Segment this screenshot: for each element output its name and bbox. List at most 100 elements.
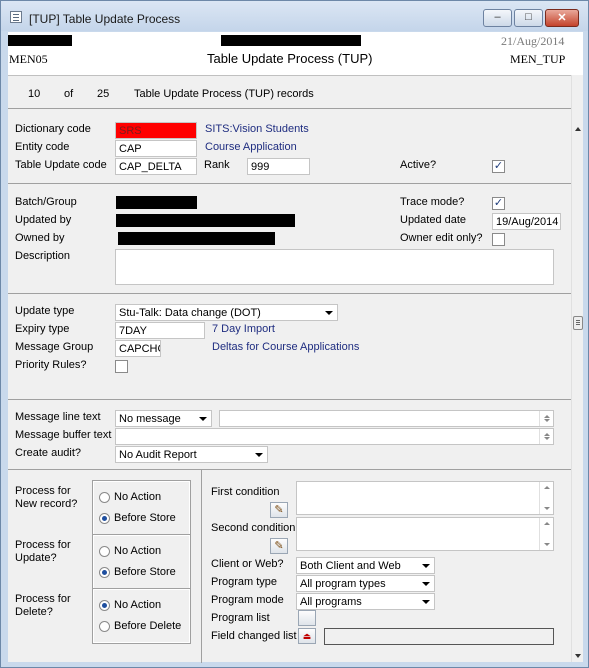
process-update-before-store-label: Before Store [114,566,176,578]
updated-by-redacted [116,214,295,227]
close-icon: ✕ [557,12,567,24]
active-checkbox[interactable]: ✓ [492,160,505,173]
entity-code-description: Course Application [205,141,297,153]
update-type-label: Update type [15,305,75,317]
update-type-select[interactable]: Stu-Talk: Data change (DOT) [115,304,338,321]
message-line-text-input[interactable] [219,410,554,427]
expiry-type-description: 7 Day Import [212,323,275,335]
create-audit-select[interactable]: No Audit Report [115,446,268,463]
program-list-button[interactable] [298,610,316,626]
message-line-text-label: Message line text [15,411,101,423]
update-type-value: Stu-Talk: Data change (DOT) [119,307,261,319]
description-label: Description [15,250,71,262]
program-list-label: Program list [211,612,270,624]
form-panel: 10 of 25 Table Update Process (TUP) reco… [8,75,571,663]
process-delete-no-action-label: No Action [114,599,162,611]
program-mode-value: All programs [300,596,362,608]
trace-mode-checkbox[interactable]: ✓ [492,197,505,210]
process-new-no-action-label: No Action [114,491,162,503]
active-label: Active? [400,159,437,171]
minimize-button[interactable]: – [483,9,512,27]
owned-by-redacted [118,232,275,245]
second-condition-spinner[interactable] [539,518,553,550]
chevron-down-icon [199,417,207,421]
chevron-down-icon [325,311,333,315]
process-new-label-line1: Process for [15,485,71,497]
header-left-code: MEN05 [9,52,48,66]
program-mode-label: Program mode [211,594,284,606]
process-update-no-action-radio[interactable] [99,546,110,557]
entity-code-label: Entity code [15,141,70,153]
owner-edit-only-label: Owner edit only? [400,232,483,244]
redacted-institution [221,35,361,46]
message-line-text-select[interactable]: No message [115,410,212,427]
process-new-label-line2: New record? [15,498,78,510]
redacted-user [8,35,72,46]
maximize-button[interactable]: □ [514,9,543,27]
expiry-type-field[interactable]: 7DAY [115,322,205,339]
description-textarea[interactable] [115,249,554,285]
chevron-down-icon [422,600,430,604]
process-delete-label-line2: Delete? [15,606,53,618]
update-type-section: Update type Stu-Talk: Data change (DOT) … [8,294,571,400]
scroll-up-icon[interactable] [575,127,581,131]
program-mode-select[interactable]: All programs [296,593,435,610]
process-new-no-action-radio[interactable] [99,492,110,503]
vertical-scrollbar[interactable] [571,75,583,662]
program-type-value: All program types [300,578,386,590]
field-changed-list-label: Field changed list [211,630,297,642]
process-delete-radiogroup: No Action Before Delete [92,588,191,644]
create-audit-label: Create audit? [15,447,82,459]
header-date: 21/Aug/2014 [501,34,565,48]
message-section: Message line text No message Message buf… [8,400,571,470]
page-title: Table Update Process (TUP) [207,51,373,66]
message-buffer-text-label: Message buffer text [15,429,112,441]
priority-rules-label: Priority Rules? [15,359,87,371]
first-condition-spinner[interactable] [539,482,553,514]
message-buffer-text-input[interactable] [115,428,554,445]
field-changed-list-field[interactable] [324,628,554,645]
entity-code-field[interactable]: CAP [115,140,197,157]
client-or-web-label: Client or Web? [211,558,284,570]
maximize-icon: □ [525,11,532,23]
client-or-web-value: Both Client and Web [300,560,401,572]
process-new-radiogroup: No Action Before Store [92,480,191,536]
priority-rules-checkbox[interactable] [115,360,128,373]
program-type-select[interactable]: All program types [296,575,435,592]
table-update-code-field[interactable]: CAP_DELTA [115,158,197,175]
program-type-label: Program type [211,576,278,588]
second-condition-edit-button[interactable]: ✎ [270,538,288,554]
message-buffer-spinner[interactable] [539,429,553,444]
title-bar[interactable]: [TUP] Table Update Process – □ ✕ [1,1,588,31]
message-line-spinner[interactable] [539,411,553,426]
process-delete-no-action-radio[interactable] [99,600,110,611]
dictionary-code-field[interactable]: SRS [115,122,197,139]
process-delete-before-delete-radio[interactable] [99,621,110,632]
process-update-before-store-radio[interactable] [99,567,110,578]
message-group-field[interactable]: CAPCHG [115,340,161,357]
expiry-type-label: Expiry type [15,323,70,335]
updated-date-field[interactable]: 19/Aug/2014 [492,213,561,230]
batch-group-redacted [116,196,197,209]
first-condition-label: First condition [211,486,280,498]
process-update-label-line1: Process for [15,539,71,551]
field-changed-list-button[interactable]: ⏏ [298,628,316,644]
process-new-before-store-radio[interactable] [99,513,110,524]
chevron-down-icon [255,453,263,457]
owner-edit-only-checkbox[interactable] [492,233,505,246]
owned-by-label: Owned by [15,232,65,244]
client-or-web-select[interactable]: Both Client and Web [296,557,435,574]
scroll-thumb[interactable] [573,316,583,330]
first-condition-textarea[interactable] [296,481,554,515]
process-new-before-store-label: Before Store [114,512,176,524]
dictionary-code-label: Dictionary code [15,123,91,135]
rank-field[interactable]: 999 [247,158,310,175]
scroll-down-icon[interactable] [575,654,581,658]
record-of-label: of [64,88,74,100]
chevron-down-icon [422,582,430,586]
second-condition-textarea[interactable] [296,517,554,551]
first-condition-edit-button[interactable]: ✎ [270,502,288,518]
code-section: Dictionary code SRS SITS:Vision Students… [8,109,571,184]
chevron-down-icon [422,564,430,568]
close-button[interactable]: ✕ [545,9,579,27]
